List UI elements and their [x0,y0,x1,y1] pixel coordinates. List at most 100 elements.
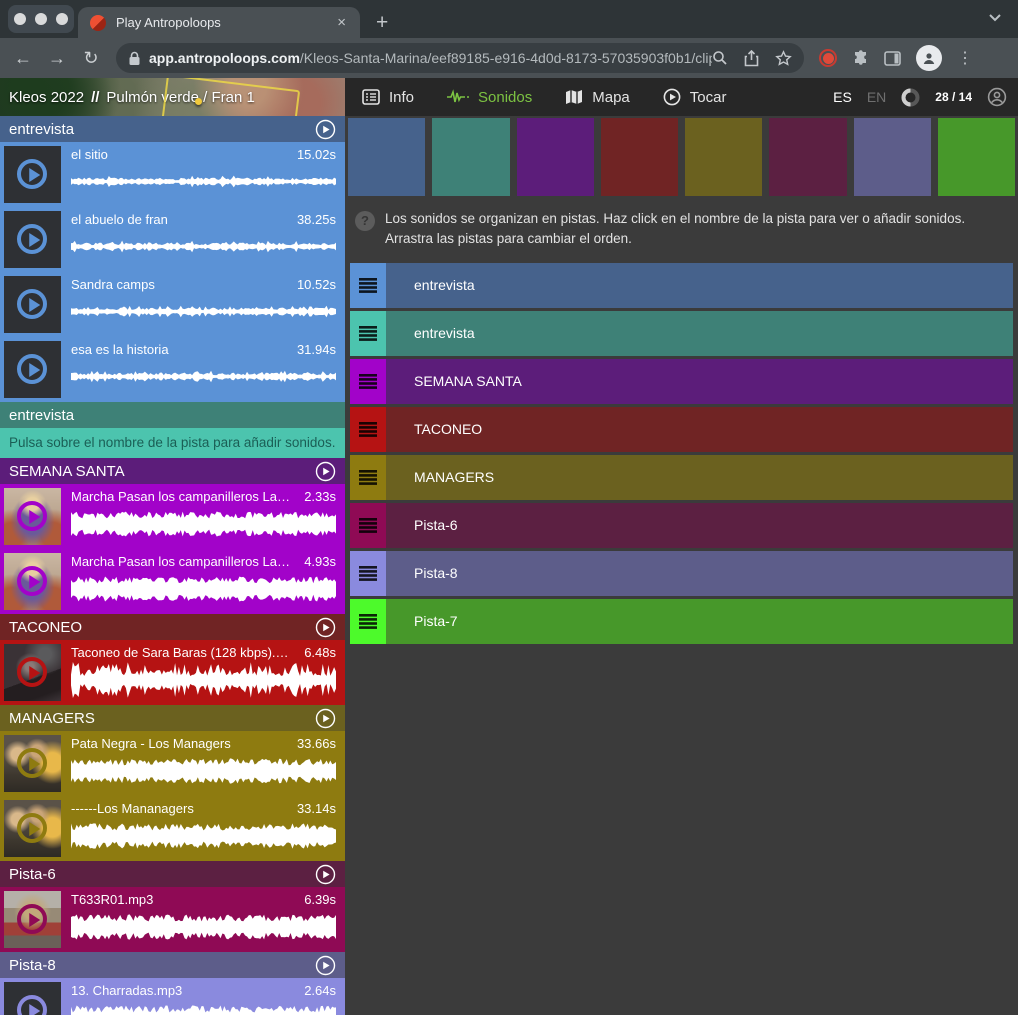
audio-clip[interactable]: ------Los Mananagers 33.14s [0,796,345,861]
sidebar-track-header[interactable]: entrevista [0,402,345,428]
audio-clip[interactable]: esa es la historia 31.94s [0,337,345,402]
breadcrumb[interactable]: Kleos 2022 // Pulmón verde / Fran 1 [0,78,345,116]
drag-handle-icon[interactable] [350,311,386,356]
clip-thumbnail[interactable] [4,800,61,857]
track-color-swatch[interactable] [854,118,931,196]
clip-thumbnail[interactable] [4,644,61,701]
track-row[interactable]: MANAGERS [350,455,1013,500]
track-row-name[interactable]: TACONEO [386,407,1013,452]
window-zoom-button[interactable] [56,13,68,25]
forward-button[interactable]: → [44,48,70,69]
clip-thumbnail[interactable] [4,341,61,398]
track-row-name[interactable]: Pista-8 [386,551,1013,596]
chevron-down-icon[interactable] [988,13,1002,22]
bookmark-star-icon[interactable] [775,50,792,67]
sidebar-track-name[interactable]: SEMANA SANTA [9,463,125,480]
clip-thumbnail[interactable] [4,146,61,203]
drag-handle-icon[interactable] [350,263,386,308]
tab-close-icon[interactable]: × [335,14,348,31]
clip-thumbnail[interactable] [4,211,61,268]
nav-item-sonidos[interactable]: Sonidos [447,89,532,106]
clip-thumbnail[interactable] [4,982,61,1015]
extensions-puzzle-icon[interactable] [852,50,869,67]
account-icon[interactable] [987,87,1007,107]
track-color-swatch[interactable] [601,118,678,196]
clip-thumbnail[interactable] [4,276,61,333]
audio-clip[interactable]: Sandra camps 10.52s [0,272,345,337]
window-close-button[interactable] [14,13,26,25]
track-play-icon[interactable] [315,864,336,885]
track-play-icon[interactable] [315,955,336,976]
address-bar[interactable]: app.antropoloops.com/Kleos-Santa-Marina/… [116,43,804,73]
side-panel-icon[interactable] [884,51,901,66]
window-minimize-button[interactable] [35,13,47,25]
sidebar-track-header[interactable]: Pista-8 [0,952,345,978]
drag-handle-icon[interactable] [350,503,386,548]
track-color-swatch[interactable] [348,118,425,196]
audio-clip[interactable]: Marcha Pasan los campanilleros Las Mejor… [0,484,345,549]
back-button[interactable]: ← [10,48,36,69]
nav-item-info[interactable]: Info [362,89,414,106]
sidebar-track-header[interactable]: TACONEO [0,614,345,640]
nav-item-tocar[interactable]: Tocar [663,88,727,106]
track-play-icon[interactable] [315,617,336,638]
track-row-name[interactable]: Pista-6 [386,503,1013,548]
audio-clip[interactable]: Marcha Pasan los campanilleros Las Mejor… [0,549,345,614]
drag-handle-icon[interactable] [350,359,386,404]
clip-thumbnail[interactable] [4,553,61,610]
drag-handle-icon[interactable] [350,407,386,452]
track-row[interactable]: TACONEO [350,407,1013,452]
browser-menu-icon[interactable]: ⋮ [957,48,973,68]
track-play-icon[interactable] [315,119,336,140]
audio-clip[interactable]: el sitio 15.02s [0,142,345,207]
audio-clip[interactable]: T633R01.mp3 6.39s [0,887,345,952]
share-icon[interactable] [744,50,759,67]
zoom-page-icon[interactable] [712,50,728,66]
sidebar-track-name[interactable]: Pista-6 [9,866,56,883]
track-row[interactable]: entrevista [350,263,1013,308]
sidebar-track-header[interactable]: entrevista [0,116,345,142]
drag-handle-icon[interactable] [350,599,386,644]
drag-handle-icon[interactable] [350,455,386,500]
clip-thumbnail[interactable] [4,735,61,792]
track-color-swatch[interactable] [769,118,846,196]
track-play-icon[interactable] [315,461,336,482]
lang-en-button[interactable]: EN [867,89,886,105]
track-row[interactable]: entrevista [350,311,1013,356]
track-row[interactable]: Pista-8 [350,551,1013,596]
sidebar-track-name[interactable]: MANAGERS [9,710,95,727]
sidebar-track-name[interactable]: TACONEO [9,619,82,636]
track-row-name[interactable]: SEMANA SANTA [386,359,1013,404]
sidebar-track-header[interactable]: SEMANA SANTA [0,458,345,484]
track-color-swatch[interactable] [685,118,762,196]
sidebar-track-name[interactable]: Pista-8 [9,957,56,974]
lang-es-button[interactable]: ES [833,89,852,105]
audio-clip[interactable]: Pata Negra - Los Managers 33.66s [0,731,345,796]
sidebar-track-header[interactable]: Pista-6 [0,861,345,887]
drag-handle-icon[interactable] [350,551,386,596]
audio-clip[interactable]: Taconeo de Sara Baras (128 kbps).mp3 6.4… [0,640,345,705]
track-play-icon[interactable] [315,708,336,729]
clip-thumbnail[interactable] [4,891,61,948]
track-row-name[interactable]: MANAGERS [386,455,1013,500]
new-tab-button[interactable]: + [376,12,388,33]
audio-clip[interactable]: el abuelo de fran 38.25s [0,207,345,272]
track-color-swatch[interactable] [517,118,594,196]
profile-avatar[interactable] [916,45,942,71]
sidebar-track-name[interactable]: entrevista [9,407,74,424]
track-color-swatch[interactable] [432,118,509,196]
sidebar-track-name[interactable]: entrevista [9,121,74,138]
clip-thumbnail[interactable] [4,488,61,545]
audio-clip[interactable]: 13. Charradas.mp3 2.64s [0,978,345,1015]
track-row[interactable]: SEMANA SANTA [350,359,1013,404]
track-row-name[interactable]: Pista-7 [386,599,1013,644]
track-row[interactable]: Pista-7 [350,599,1013,644]
record-extension-icon[interactable] [819,49,837,67]
browser-tab[interactable]: Play Antropoloops × [78,7,360,38]
reload-button[interactable]: ↻ [78,48,104,69]
sidebar-track-header[interactable]: MANAGERS [0,705,345,731]
track-row-name[interactable]: entrevista [386,311,1013,356]
track-color-swatch[interactable] [938,118,1015,196]
track-row-name[interactable]: entrevista [386,263,1013,308]
nav-item-mapa[interactable]: Mapa [565,89,630,106]
